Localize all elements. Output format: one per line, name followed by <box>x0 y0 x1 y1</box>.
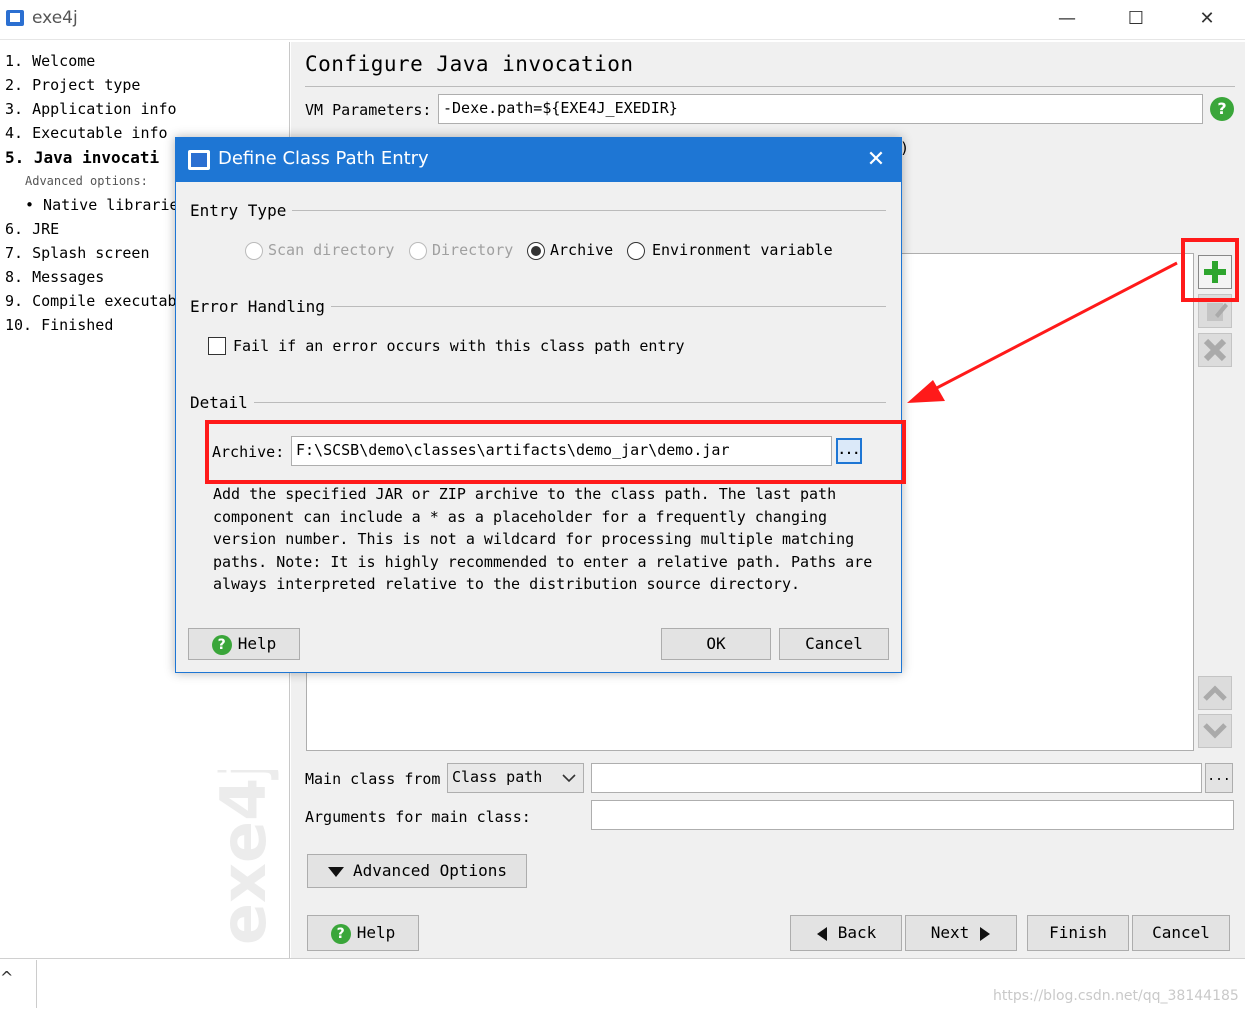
detail-divider <box>190 402 886 403</box>
back-label: Back <box>837 923 877 942</box>
source-watermark: https://blog.csdn.net/qq_38144185 <box>993 988 1239 1004</box>
arguments-label: Arguments for main class: <box>305 808 531 826</box>
next-label: Next <box>930 923 970 942</box>
dialog-app-icon <box>188 150 210 170</box>
arguments-input[interactable] <box>591 800 1234 830</box>
radio-archive[interactable] <box>527 242 545 260</box>
radio-scan-directory[interactable] <box>245 242 263 260</box>
entry-type-heading: Entry Type <box>190 201 293 220</box>
main-class-browse-button[interactable]: ... <box>1205 763 1233 793</box>
help-icon: ? <box>211 634 232 655</box>
fail-on-error-label: Fail if an error occurs with this class … <box>233 337 685 355</box>
triangle-down-icon <box>327 866 344 877</box>
step-executable-info[interactable]: 4. Executable info <box>5 124 168 142</box>
step-welcome[interactable]: 1. Welcome <box>5 52 95 70</box>
maximize-button[interactable]: ☐ <box>1106 4 1166 34</box>
minimize-button[interactable]: — <box>1037 4 1097 34</box>
dialog-ok-button[interactable]: OK <box>661 628 771 660</box>
vm-parameters-input[interactable]: -Dexe.path=${EXE4J_EXEDIR} <box>438 94 1203 124</box>
move-up-button[interactable] <box>1198 676 1232 710</box>
window-title: exe4j <box>32 8 78 28</box>
dialog-close-button[interactable]: ✕ <box>856 144 896 176</box>
delete-x-icon <box>1203 338 1227 362</box>
radio-environment-variable[interactable] <box>627 242 645 260</box>
cancel-button[interactable]: Cancel <box>1132 915 1230 951</box>
vm-help-icon[interactable]: ? <box>1210 97 1234 121</box>
dialog-help-label: Help <box>237 634 277 653</box>
main-class-source-value: Class path <box>452 768 543 786</box>
annotation-highlight-add <box>1181 238 1239 302</box>
step-finished[interactable]: 10. Finished <box>5 316 113 334</box>
back-button[interactable]: Back <box>790 915 902 951</box>
triangle-right-icon <box>980 926 991 941</box>
step-java-invocation[interactable]: 5. Java invocati <box>5 148 159 167</box>
finish-button[interactable]: Finish <box>1027 915 1129 951</box>
bottom-divider <box>36 960 37 1008</box>
dialog-help-button[interactable]: ? Help <box>188 628 300 660</box>
step-advanced-options-label: Advanced options: <box>25 174 148 188</box>
annotation-highlight-archive <box>205 420 906 484</box>
page-title: Configure Java invocation <box>305 52 634 76</box>
step-jre[interactable]: 6. JRE <box>5 220 59 238</box>
archive-description: Add the specified JAR or ZIP archive to … <box>213 485 873 593</box>
vm-parameters-label: VM Parameters: <box>305 101 432 119</box>
help-label: Help <box>356 923 396 942</box>
step-native-libraries[interactable]: • Native librarie <box>25 196 179 214</box>
close-button[interactable]: ✕ <box>1177 4 1237 34</box>
main-class-source-select[interactable]: Class path <box>447 763 584 793</box>
step-compile-executable[interactable]: 9. Compile executab <box>5 292 177 310</box>
help-button[interactable]: ? Help <box>307 915 419 951</box>
chevron-down-icon <box>1203 723 1227 739</box>
watermark-text: exe4j <box>207 770 280 945</box>
triangle-left-icon <box>816 926 827 941</box>
remove-entry-button[interactable] <box>1198 333 1232 367</box>
exe4j-watermark-logo: exe4j <box>207 770 280 945</box>
annotation-arrow <box>907 261 1178 403</box>
fail-on-error-checkbox[interactable] <box>208 337 226 355</box>
main-class-input[interactable] <box>591 763 1202 793</box>
step-messages[interactable]: 8. Messages <box>5 268 104 286</box>
advanced-options-label: Advanced Options <box>352 861 508 880</box>
dialog-cancel-button[interactable]: Cancel <box>779 628 889 660</box>
radio-environment-variable-label: Environment variable <box>652 241 833 259</box>
radio-directory-label: Directory <box>432 241 514 259</box>
help-icon: ? <box>330 923 351 944</box>
next-button[interactable]: Next <box>905 915 1017 951</box>
radio-scan-directory-label: Scan directory <box>268 241 395 259</box>
chevron-up-icon[interactable]: ^ <box>0 968 14 988</box>
app-icon <box>6 10 24 26</box>
step-splash-screen[interactable]: 7. Splash screen <box>5 244 150 262</box>
advanced-options-button[interactable]: Advanced Options <box>307 854 527 888</box>
detail-heading: Detail <box>190 393 254 412</box>
define-classpath-dialog: Define Class Path Entry ✕ Entry Type Sca… <box>175 137 902 673</box>
title-divider <box>305 86 1235 87</box>
step-application-info[interactable]: 3. Application info <box>5 100 177 118</box>
main-class-label: Main class from <box>305 770 441 788</box>
move-down-button[interactable] <box>1198 714 1232 748</box>
chevron-down-icon <box>562 774 576 783</box>
radio-archive-label: Archive <box>550 241 614 259</box>
chevron-up-icon <box>1203 685 1227 701</box>
dialog-title: Define Class Path Entry <box>218 148 429 169</box>
radio-directory[interactable] <box>409 242 427 260</box>
step-project-type[interactable]: 2. Project type <box>5 76 140 94</box>
error-handling-heading: Error Handling <box>190 297 331 316</box>
entry-type-divider <box>190 210 886 211</box>
